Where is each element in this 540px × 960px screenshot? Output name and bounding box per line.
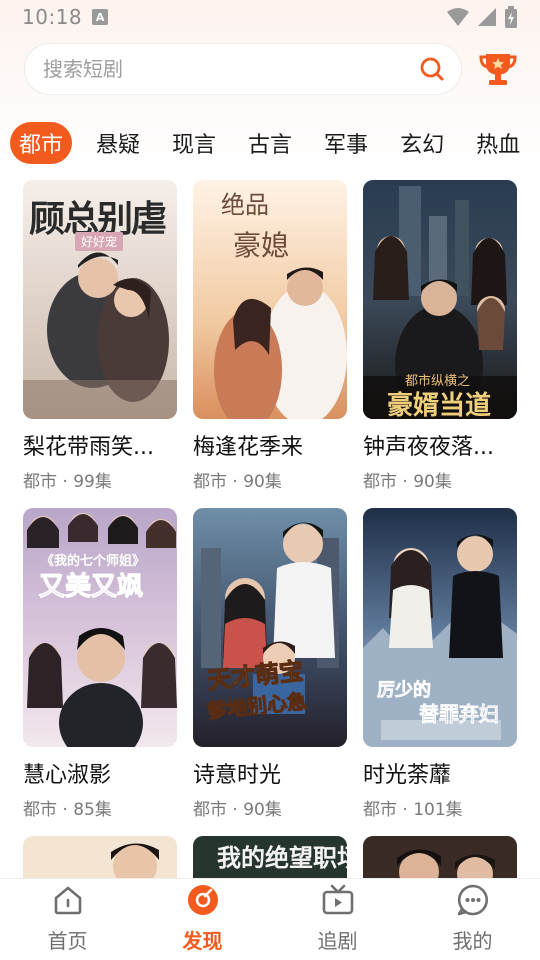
nav-profile-label: 我的 [452,929,493,953]
poster-subtitle-text: 好好宠 [75,232,124,251]
drama-episodes: 90集 [243,472,282,492]
drama-poster[interactable]: 天才萌宝 爹地别心急 [193,508,347,747]
meta-separator: · [227,800,244,820]
tab-rexue[interactable]: 热血 [468,122,528,164]
tv-icon [321,883,355,917]
tab-guyan[interactable]: 古言 [240,122,300,164]
category-tabs: 都市 悬疑 现言 古言 军事 玄幻 热血 [0,118,540,168]
discover-icon [186,883,220,917]
drama-poster[interactable]: 都市纵横之 豪婿当道 [363,180,517,419]
search-input[interactable] [43,57,417,81]
home-icon [51,883,85,917]
drama-poster[interactable]: 顾总别虐 好好宠 [23,180,177,419]
drama-card[interactable]: 都市纵横之 豪婿当道 钟声夜夜落... 都市 · 90集 [363,180,517,492]
battery-icon [505,6,517,28]
drama-title: 诗意时光 [193,763,282,788]
poster-subtitle-text: 豪媳 [233,229,290,262]
drama-title: 梅逢花季来 [193,435,304,460]
drama-genre: 都市 [23,472,57,492]
notification-badge-icon: A [92,9,109,25]
tab-dushi[interactable]: 都市 [10,122,72,164]
drama-genre: 都市 [363,472,397,492]
drama-genre: 都市 [193,472,227,492]
tab-xuanhuan[interactable]: 玄幻 [392,122,452,164]
nav-discover-label: 发现 [182,929,223,953]
drama-card[interactable]: 绝品 豪媳 梅逢花季来 都市 · 90集 [193,180,347,492]
bottom-navigation: 首页 发现 追剧 我的 [0,878,540,960]
nav-profile[interactable]: 我的 [405,879,540,960]
poster-title-text: 绝品 [221,191,269,219]
tab-xianyan[interactable]: 现言 [164,122,224,164]
drama-card[interactable]: 顾总别虐 好好宠 梨花带雨笑... 都市 · 99集 [23,180,177,492]
drama-meta: 都市 · 99集 [23,467,177,492]
app-screen: 10:18 A 搜索短剧 都市 悬疑 现言 古言 军事 玄幻 热血 顾总别虐 好… [0,0,540,960]
drama-title: 时光荼蘼 [363,763,452,788]
wifi-icon [447,8,469,26]
meta-separator: · [57,800,74,820]
status-bar: 10:18 A [0,0,540,34]
drama-episodes: 99集 [73,472,112,492]
tab-xuanyi[interactable]: 悬疑 [88,122,148,164]
poster-subtitle-text: 豪婿当道 [387,391,492,419]
drama-poster[interactable]: 厉少的 替罪弃妇 [363,508,517,747]
search-icon[interactable] [417,54,447,84]
drama-episodes: 85集 [73,800,112,820]
status-time: 10:18 [22,5,83,29]
drama-title: 钟声夜夜落... [363,435,494,460]
drama-title: 慧心淑影 [23,763,112,788]
drama-meta: 都市 · 90集 [193,467,347,492]
poster-subtitle-text: 替罪弃妇 [419,702,500,727]
nav-discover[interactable]: 发现 [135,879,270,960]
drama-card[interactable]: 天才萌宝 爹地别心急 诗意时光 都市 · 90集 [193,508,347,820]
drama-episodes: 101集 [413,800,463,820]
drama-episodes: 90集 [243,800,282,820]
tab-junshi[interactable]: 军事 [316,122,376,164]
meta-separator: · [57,472,74,492]
drama-meta: 都市 · 85集 [23,795,177,820]
drama-poster[interactable]: 绝品 豪媳 [193,180,347,419]
drama-meta: 都市 · 90集 [193,795,347,820]
drama-meta: 都市 · 101集 [363,795,517,820]
cellular-signal-icon [478,8,496,26]
drama-title: 梨花带雨笑... [23,435,154,460]
meta-separator: · [227,472,244,492]
meta-separator: · [397,800,414,820]
drama-genre: 都市 [363,800,397,820]
meta-separator: · [397,472,414,492]
poster-title-text: 我的绝望职场 [217,843,347,872]
drama-card[interactable]: 《我的七个师姐》 又美又飒 慧心淑影 都市 · 85集 [23,508,177,820]
nav-home-label: 首页 [47,929,88,953]
profile-icon [456,883,490,917]
nav-follow[interactable]: 追剧 [270,879,405,960]
drama-genre: 都市 [193,800,227,820]
nav-follow-label: 追剧 [317,929,358,953]
drama-poster[interactable]: 《我的七个师姐》 又美又飒 [23,508,177,747]
poster-subtitle-text: 又美又飒 [38,572,144,603]
drama-card[interactable]: 厉少的 替罪弃妇 时光荼蘼 都市 · 101集 [363,508,517,820]
nav-home[interactable]: 首页 [0,879,135,960]
search-bar[interactable] [24,43,462,95]
trophy-icon[interactable] [478,50,518,88]
drama-genre: 都市 [23,800,57,820]
drama-episodes: 90集 [413,472,452,492]
drama-meta: 都市 · 90集 [363,467,517,492]
